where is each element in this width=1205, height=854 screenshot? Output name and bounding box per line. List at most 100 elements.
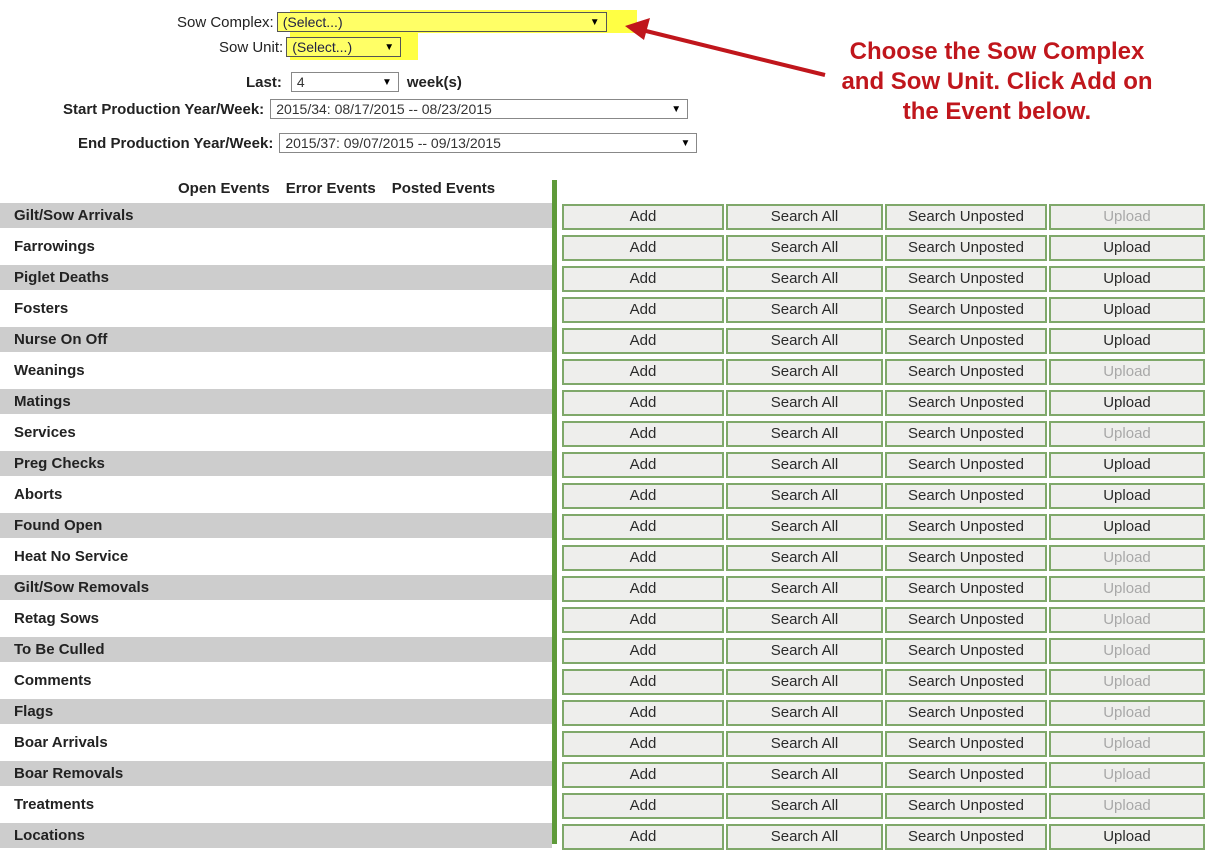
search-all-button[interactable]: Search All	[726, 328, 883, 354]
upload-button[interactable]: Upload	[1049, 576, 1205, 602]
event-row: Locations Add Search All Search Unposted Upl…	[0, 823, 1205, 854]
search-unposted-button[interactable]: Search Unposted	[885, 452, 1047, 478]
search-unposted-button[interactable]: Search Unposted	[885, 297, 1047, 323]
add-button[interactable]: Add	[562, 421, 724, 447]
search-unposted-button[interactable]: Search Unposted	[885, 514, 1047, 540]
search-unposted-button[interactable]: Search Unposted	[885, 483, 1047, 509]
add-button[interactable]: Add	[562, 638, 724, 664]
upload-button[interactable]: Upload	[1049, 545, 1205, 571]
sow-complex-select[interactable]: (Select...) ▼	[276, 12, 607, 32]
add-button[interactable]: Add	[562, 514, 724, 540]
event-row: Boar Removals Add Search All Search Unposte…	[0, 761, 1205, 792]
upload-button[interactable]: Upload	[1049, 328, 1205, 354]
search-all-button[interactable]: Search All	[726, 297, 883, 323]
upload-button[interactable]: Upload	[1049, 421, 1205, 447]
search-unposted-button[interactable]: Search Unposted	[885, 545, 1047, 571]
search-all-button[interactable]: Search All	[726, 235, 883, 261]
search-unposted-button[interactable]: Search Unposted	[885, 700, 1047, 726]
upload-button[interactable]: Upload	[1049, 700, 1205, 726]
event-row: Nurse On Off Add Search All Search Unposted…	[0, 327, 1205, 358]
search-unposted-button[interactable]: Search Unposted	[885, 793, 1047, 819]
search-all-button[interactable]: Search All	[726, 731, 883, 757]
search-all-button[interactable]: Search All	[726, 390, 883, 416]
search-all-button[interactable]: Search All	[726, 824, 883, 850]
search-unposted-button[interactable]: Search Unposted	[885, 421, 1047, 447]
upload-button[interactable]: Upload	[1049, 824, 1205, 850]
add-button[interactable]: Add	[562, 297, 724, 323]
upload-button[interactable]: Upload	[1049, 607, 1205, 633]
chevron-down-icon: ▼	[384, 41, 395, 53]
search-all-button[interactable]: Search All	[726, 359, 883, 385]
event-name: Preg Checks	[0, 451, 552, 476]
add-button[interactable]: Add	[562, 359, 724, 385]
upload-button[interactable]: Upload	[1049, 731, 1205, 757]
search-unposted-button[interactable]: Search Unposted	[885, 762, 1047, 788]
last-weeks-select[interactable]: 4 ▼	[290, 72, 399, 92]
add-button[interactable]: Add	[562, 700, 724, 726]
search-unposted-button[interactable]: Search Unposted	[885, 607, 1047, 633]
search-unposted-button[interactable]: Search Unposted	[885, 266, 1047, 292]
upload-button[interactable]: Upload	[1049, 266, 1205, 292]
add-button[interactable]: Add	[562, 576, 724, 602]
search-unposted-button[interactable]: Search Unposted	[885, 328, 1047, 354]
upload-button[interactable]: Upload	[1049, 793, 1205, 819]
upload-button[interactable]: Upload	[1049, 235, 1205, 261]
add-button[interactable]: Add	[562, 390, 724, 416]
upload-button[interactable]: Upload	[1049, 452, 1205, 478]
search-all-button[interactable]: Search All	[726, 204, 883, 230]
sow-unit-select[interactable]: (Select...) ▼	[286, 37, 402, 57]
upload-button[interactable]: Upload	[1049, 483, 1205, 509]
search-unposted-button[interactable]: Search Unposted	[885, 824, 1047, 850]
add-button[interactable]: Add	[562, 204, 724, 230]
search-unposted-button[interactable]: Search Unposted	[885, 390, 1047, 416]
search-all-button[interactable]: Search All	[726, 607, 883, 633]
search-unposted-button[interactable]: Search Unposted	[885, 359, 1047, 385]
search-all-button[interactable]: Search All	[726, 452, 883, 478]
end-week-select[interactable]: 2015/37: 09/07/2015 -- 09/13/2015 ▼	[279, 133, 698, 153]
search-unposted-button[interactable]: Search Unposted	[885, 204, 1047, 230]
add-button[interactable]: Add	[562, 824, 724, 850]
event-row: Preg Checks Add Search All Search Unposted U…	[0, 451, 1205, 482]
add-button[interactable]: Add	[562, 483, 724, 509]
start-week-select[interactable]: 2015/34: 08/17/2015 -- 08/23/2015 ▼	[270, 99, 689, 119]
search-all-button[interactable]: Search All	[726, 793, 883, 819]
search-unposted-button[interactable]: Search Unposted	[885, 731, 1047, 757]
add-button[interactable]: Add	[562, 545, 724, 571]
search-all-button[interactable]: Search All	[726, 483, 883, 509]
search-all-button[interactable]: Search All	[726, 266, 883, 292]
search-all-button[interactable]: Search All	[726, 545, 883, 571]
end-week-row: End Production Year/Week: 2015/37: 09/07…	[78, 133, 698, 153]
upload-button[interactable]: Upload	[1049, 390, 1205, 416]
upload-button[interactable]: Upload	[1049, 359, 1205, 385]
search-all-button[interactable]: Search All	[726, 514, 883, 540]
upload-button[interactable]: Upload	[1049, 204, 1205, 230]
add-button[interactable]: Add	[562, 266, 724, 292]
event-name: Matings	[0, 389, 552, 414]
add-button[interactable]: Add	[562, 328, 724, 354]
add-button[interactable]: Add	[562, 793, 724, 819]
add-button[interactable]: Add	[562, 762, 724, 788]
upload-button[interactable]: Upload	[1049, 762, 1205, 788]
end-week-label: End Production Year/Week:	[78, 134, 274, 152]
event-name: Nurse On Off	[0, 327, 552, 352]
search-unposted-button[interactable]: Search Unposted	[885, 638, 1047, 664]
upload-button[interactable]: Upload	[1049, 514, 1205, 540]
upload-button[interactable]: Upload	[1049, 297, 1205, 323]
search-all-button[interactable]: Search All	[726, 669, 883, 695]
search-all-button[interactable]: Search All	[726, 421, 883, 447]
search-unposted-button[interactable]: Search Unposted	[885, 576, 1047, 602]
add-button[interactable]: Add	[562, 235, 724, 261]
add-button[interactable]: Add	[562, 731, 724, 757]
add-button[interactable]: Add	[562, 607, 724, 633]
upload-button[interactable]: Upload	[1049, 669, 1205, 695]
search-all-button[interactable]: Search All	[726, 638, 883, 664]
search-all-button[interactable]: Search All	[726, 576, 883, 602]
upload-button[interactable]: Upload	[1049, 638, 1205, 664]
search-unposted-button[interactable]: Search Unposted	[885, 669, 1047, 695]
search-all-button[interactable]: Search All	[726, 762, 883, 788]
add-button[interactable]: Add	[562, 452, 724, 478]
event-row: Comments Add Search All Search Unposted Uplo…	[0, 668, 1205, 699]
add-button[interactable]: Add	[562, 669, 724, 695]
search-all-button[interactable]: Search All	[726, 700, 883, 726]
search-unposted-button[interactable]: Search Unposted	[885, 235, 1047, 261]
